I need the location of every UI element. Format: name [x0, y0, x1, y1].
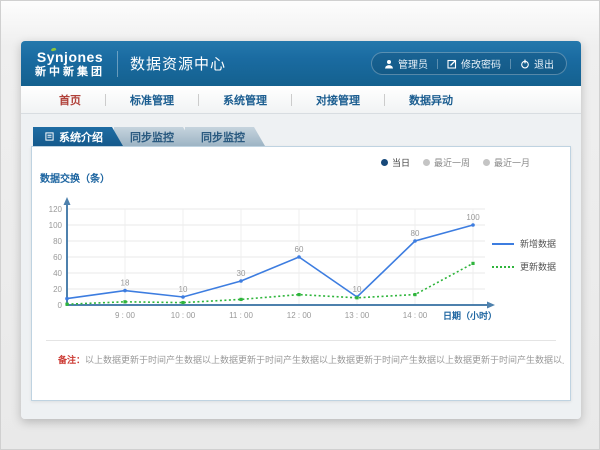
nav-item-standard-mgmt[interactable]: 标准管理 [106, 92, 198, 108]
legend-label: 更新数据 [520, 260, 556, 273]
point-label: 80 [411, 229, 420, 238]
footnote-text: 以上数据更新于时间产生数据以上数据更新于时间产生数据以上数据更新于时间产生数据以… [85, 355, 564, 365]
document-icon [45, 132, 54, 141]
point-label: 60 [295, 245, 304, 254]
app-header: Synjones 新中新集团 数据资源中心 管理员 修改密码 退出 [21, 41, 581, 86]
user-menu-separator [510, 59, 511, 69]
radio-unselected-icon [483, 159, 490, 166]
chart-panel: 当日 最近一周 最近一月 数据交换（条） 0 20 40 60 80 100 120 9 : … [31, 146, 571, 401]
y-tick-label: 120 [49, 205, 63, 214]
footnote: 备注：以上数据更新于时间产生数据以上数据更新于时间产生数据以上数据更新于时间产生… [58, 353, 564, 366]
admin-user-button[interactable]: 管理员 [384, 56, 428, 71]
data-point [181, 301, 184, 304]
radio-option-today[interactable]: 当日 [381, 156, 410, 169]
radio-label: 最近一月 [494, 156, 530, 169]
y-axis-title: 数据交换（条） [40, 170, 110, 185]
legend-item-new-data: 新增数据 [492, 237, 556, 250]
tab-system-intro[interactable]: 系统介绍 [33, 127, 123, 146]
tab-label: 系统介绍 [59, 129, 103, 145]
point-label: 10 [179, 285, 188, 294]
admin-user-label: 管理员 [398, 56, 428, 71]
data-point [123, 289, 127, 293]
data-point [239, 298, 242, 301]
main-nav: 首页 标准管理 系统管理 对接管理 数据异动 [21, 86, 581, 114]
legend-item-update-data: 更新数据 [492, 260, 556, 273]
tab-sync-monitor-1[interactable]: 同步监控 [114, 127, 194, 146]
tab-label: 同步监控 [201, 129, 245, 145]
data-point [297, 293, 300, 296]
data-point [239, 279, 243, 283]
brand-name: Synjones [37, 50, 103, 64]
x-tick-label: 9 : 00 [115, 311, 136, 320]
nav-item-home[interactable]: 首页 [35, 92, 105, 108]
power-icon [520, 59, 530, 69]
x-tick-label: 12 : 00 [287, 311, 312, 320]
range-filter: 当日 最近一周 最近一月 [381, 156, 530, 169]
data-point [471, 223, 475, 227]
header-divider [117, 51, 118, 77]
tab-label: 同步监控 [130, 129, 174, 145]
user-menu-separator [437, 59, 438, 69]
x-tick-label: 13 : 00 [345, 311, 370, 320]
app-window: Synjones 新中新集团 数据资源中心 管理员 修改密码 退出 [21, 41, 581, 419]
radio-unselected-icon [423, 159, 430, 166]
radio-selected-icon [381, 159, 388, 166]
x-axis-arrow-icon [487, 302, 495, 309]
data-point [65, 297, 69, 301]
y-tick-label: 60 [53, 253, 62, 262]
data-point [355, 296, 358, 299]
legend-label: 新增数据 [520, 237, 556, 250]
y-tick-label: 80 [53, 237, 62, 246]
user-icon [384, 59, 394, 69]
brand-company: 新中新集团 [35, 67, 105, 78]
content-area: 系统介绍 同步监控 同步监控 当日 最近一周 [21, 114, 581, 419]
y-tick-label: 100 [49, 221, 63, 230]
page-title: 数据资源中心 [130, 53, 226, 74]
desktop-background: Synjones 新中新集团 数据资源中心 管理员 修改密码 退出 [0, 0, 600, 450]
data-point [413, 239, 417, 243]
legend-solid-line-icon [492, 243, 514, 245]
brand-logo: Synjones 新中新集团 [35, 50, 105, 78]
data-point [181, 295, 185, 299]
x-tick-label: 11 : 00 [229, 311, 253, 320]
change-password-label: 修改密码 [461, 56, 501, 71]
logout-button[interactable]: 退出 [520, 56, 554, 71]
data-point [471, 262, 474, 265]
data-point [297, 255, 301, 259]
nav-item-data-change[interactable]: 数据异动 [385, 92, 477, 108]
tab-sync-monitor-2[interactable]: 同步监控 [185, 127, 265, 146]
legend-dotted-line-icon [492, 266, 514, 268]
data-point [123, 300, 126, 303]
x-tick-label: 10 : 00 [171, 311, 196, 320]
radio-option-last-month[interactable]: 最近一月 [483, 156, 530, 169]
y-axis-arrow-icon [64, 197, 71, 205]
nav-item-interface-mgmt[interactable]: 对接管理 [292, 92, 384, 108]
point-label: 100 [466, 213, 480, 222]
radio-label: 当日 [392, 156, 410, 169]
divider [46, 340, 556, 341]
y-tick-label: 20 [53, 285, 62, 294]
change-password-button[interactable]: 修改密码 [447, 56, 501, 71]
radio-option-last-week[interactable]: 最近一周 [423, 156, 470, 169]
point-label: 30 [237, 269, 246, 278]
x-axis-title: 日期（小时） [443, 310, 497, 321]
data-point [65, 303, 68, 306]
tab-bar: 系统介绍 同步监控 同步监控 [33, 127, 265, 146]
point-label: 18 [121, 279, 130, 288]
point-label: 10 [353, 285, 362, 294]
radio-label: 最近一周 [434, 156, 470, 169]
x-tick-label: 14 : 00 [403, 311, 428, 320]
y-tick-label: 40 [53, 269, 62, 278]
nav-item-system-mgmt[interactable]: 系统管理 [199, 92, 291, 108]
footnote-prefix: 备注： [58, 355, 85, 365]
line-chart: 0 20 40 60 80 100 120 9 : 00 10 : 00 11 : 00 12 : … [37, 195, 507, 327]
logout-label: 退出 [534, 56, 554, 71]
user-menu: 管理员 修改密码 退出 [371, 52, 567, 75]
chart-legend: 新增数据 更新数据 [492, 237, 556, 283]
data-point [413, 293, 416, 296]
y-tick-label: 0 [58, 301, 63, 310]
edit-icon [447, 59, 457, 69]
